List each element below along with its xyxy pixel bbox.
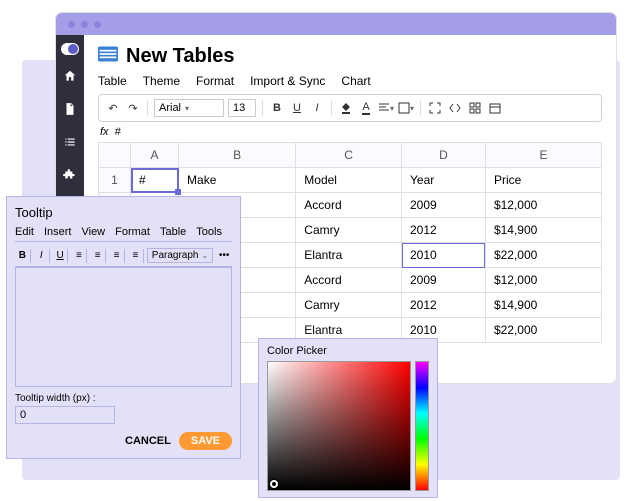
expand-icon[interactable] [427, 100, 443, 116]
bold-button[interactable]: B [269, 100, 285, 116]
cell[interactable]: 2009 [402, 193, 486, 218]
sidebar-toggle[interactable] [61, 43, 79, 55]
color-cursor[interactable] [270, 480, 278, 488]
cell[interactable]: 2012 [402, 293, 486, 318]
cell[interactable]: Make [179, 168, 296, 193]
more-icon[interactable]: ••• [216, 249, 232, 263]
code-icon[interactable] [447, 100, 463, 116]
cell[interactable]: # [131, 168, 179, 193]
cell[interactable]: 2010 [402, 243, 486, 268]
tooltip-editor[interactable] [15, 267, 232, 387]
cell[interactable]: $12,000 [485, 268, 601, 293]
cell[interactable]: Elantra [296, 243, 402, 268]
tooltip-menu-tools[interactable]: Tools [196, 226, 222, 238]
cell[interactable]: $14,900 [485, 293, 601, 318]
list-icon[interactable] [63, 135, 77, 154]
row-header[interactable]: 1 [99, 168, 131, 193]
tooltip-toolbar: B I U ≡ ≡ ≡ ≡ Paragraph⌄ ••• [15, 245, 232, 267]
format-toolbar: ↶ ↷ Arial▾ 13 B U I A ▾ ▾ [98, 94, 602, 122]
underline-button[interactable]: U [53, 249, 69, 263]
bold-button[interactable]: B [15, 249, 31, 263]
underline-button[interactable]: U [289, 100, 305, 116]
italic-button[interactable]: I [309, 100, 325, 116]
menubar: Table Theme Format Import & Sync Chart [98, 74, 602, 88]
redo-icon[interactable]: ↷ [125, 100, 141, 116]
cell[interactable]: $22,000 [485, 243, 601, 268]
color-hue-slider[interactable] [415, 361, 429, 491]
col-header[interactable]: E [485, 143, 601, 168]
cell[interactable]: 2012 [402, 218, 486, 243]
font-select[interactable]: Arial▾ [154, 99, 224, 117]
col-header[interactable]: B [179, 143, 296, 168]
tooltip-menu-view[interactable]: View [81, 226, 105, 238]
menu-format[interactable]: Format [196, 74, 234, 88]
cell[interactable]: Accord [296, 193, 402, 218]
col-header[interactable]: D [402, 143, 486, 168]
tooltip-menu-format[interactable]: Format [115, 226, 150, 238]
fx-value[interactable]: # [115, 126, 121, 138]
calendar-icon[interactable] [487, 100, 503, 116]
puzzle-icon[interactable] [63, 168, 77, 187]
tooltip-width-input[interactable] [15, 406, 115, 424]
cell[interactable]: Accord [296, 268, 402, 293]
border-button[interactable]: ▾ [398, 100, 414, 116]
tooltip-menu-edit[interactable]: Edit [15, 226, 34, 238]
menu-import-sync[interactable]: Import & Sync [250, 74, 325, 88]
font-size-select[interactable]: 13 [228, 99, 256, 117]
cell[interactable]: $14,900 [485, 218, 601, 243]
menu-table[interactable]: Table [98, 74, 127, 88]
cancel-button[interactable]: CANCEL [125, 435, 171, 447]
tooltip-menu-insert[interactable]: Insert [44, 226, 72, 238]
page-title: New Tables [126, 45, 235, 68]
table-icon [98, 46, 118, 67]
menu-theme[interactable]: Theme [143, 74, 180, 88]
color-picker-panel: Color Picker [258, 338, 438, 498]
color-picker-title: Color Picker [267, 345, 429, 357]
cell[interactable]: Model [296, 168, 402, 193]
fx-label: fx [100, 126, 109, 138]
align-right-icon[interactable]: ≡ [109, 249, 125, 263]
color-saturation-value[interactable] [267, 361, 411, 491]
cell[interactable]: 2009 [402, 268, 486, 293]
cell[interactable]: Price [485, 168, 601, 193]
titlebar [56, 13, 616, 35]
text-color-button[interactable]: A [358, 100, 374, 116]
align-button[interactable]: ▾ [378, 100, 394, 116]
fill-color-button[interactable] [338, 100, 354, 116]
grid-icon[interactable] [467, 100, 483, 116]
cell[interactable]: $22,000 [485, 318, 601, 343]
tooltip-menubar: Edit Insert View Format Table Tools [15, 226, 232, 242]
cell[interactable]: $12,000 [485, 193, 601, 218]
tooltip-width-label: Tooltip width (px) : [15, 393, 232, 404]
align-center-icon[interactable]: ≡ [90, 249, 106, 263]
undo-icon[interactable]: ↶ [105, 100, 121, 116]
cell[interactable]: Camry [296, 293, 402, 318]
align-left-icon[interactable]: ≡ [71, 249, 87, 263]
col-header[interactable]: C [296, 143, 402, 168]
tooltip-menu-table[interactable]: Table [160, 226, 186, 238]
cell[interactable]: Camry [296, 218, 402, 243]
home-icon[interactable] [63, 69, 77, 88]
tooltip-panel: Tooltip Edit Insert View Format Table To… [6, 196, 241, 459]
paragraph-select[interactable]: Paragraph⌄ [147, 248, 213, 263]
col-header[interactable]: A [131, 143, 179, 168]
tooltip-title: Tooltip [15, 205, 232, 220]
italic-button[interactable]: I [34, 249, 50, 263]
cell[interactable]: Year [402, 168, 486, 193]
menu-chart[interactable]: Chart [341, 74, 370, 88]
align-justify-icon[interactable]: ≡ [128, 249, 144, 263]
save-button[interactable]: SAVE [179, 432, 232, 450]
file-icon[interactable] [63, 102, 77, 121]
formula-bar: fx # [98, 126, 602, 138]
